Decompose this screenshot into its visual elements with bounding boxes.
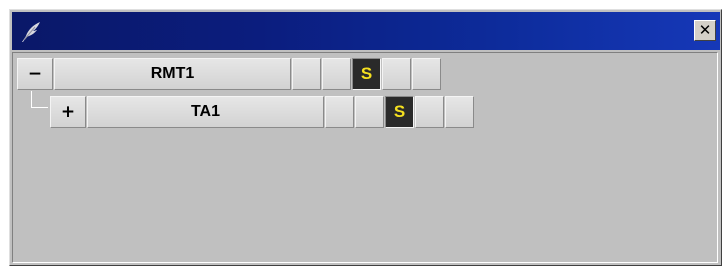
collapse-button[interactable]: − bbox=[17, 58, 53, 90]
expand-button[interactable]: + bbox=[50, 96, 86, 128]
feather-icon bbox=[22, 22, 40, 42]
title-bar[interactable]: ✕ bbox=[12, 12, 720, 50]
close-icon: ✕ bbox=[698, 21, 712, 39]
status-indicator-s[interactable]: S bbox=[352, 58, 381, 90]
station-window: ✕ − RMT1 S + TA1 S bbox=[9, 9, 722, 266]
node-slot-1[interactable] bbox=[325, 96, 354, 128]
status-indicator-s[interactable]: S bbox=[385, 96, 414, 128]
node-slot-1[interactable] bbox=[292, 58, 321, 90]
tree-row-ta1: + TA1 S bbox=[50, 96, 480, 128]
tree-connector-line bbox=[31, 91, 48, 108]
node-slot-4[interactable] bbox=[412, 58, 441, 90]
node-name-rmt1[interactable]: RMT1 bbox=[54, 58, 291, 90]
node-name-ta1[interactable]: TA1 bbox=[87, 96, 324, 128]
node-slot-4[interactable] bbox=[445, 96, 474, 128]
node-slot-3[interactable] bbox=[415, 96, 444, 128]
node-slot-2[interactable] bbox=[355, 96, 384, 128]
node-slot-2[interactable] bbox=[322, 58, 351, 90]
tree-panel: − RMT1 S + TA1 S bbox=[12, 52, 718, 263]
node-slot-3[interactable] bbox=[382, 58, 411, 90]
close-button[interactable]: ✕ bbox=[694, 20, 716, 41]
tree-row-rmt1: − RMT1 S bbox=[17, 58, 447, 90]
